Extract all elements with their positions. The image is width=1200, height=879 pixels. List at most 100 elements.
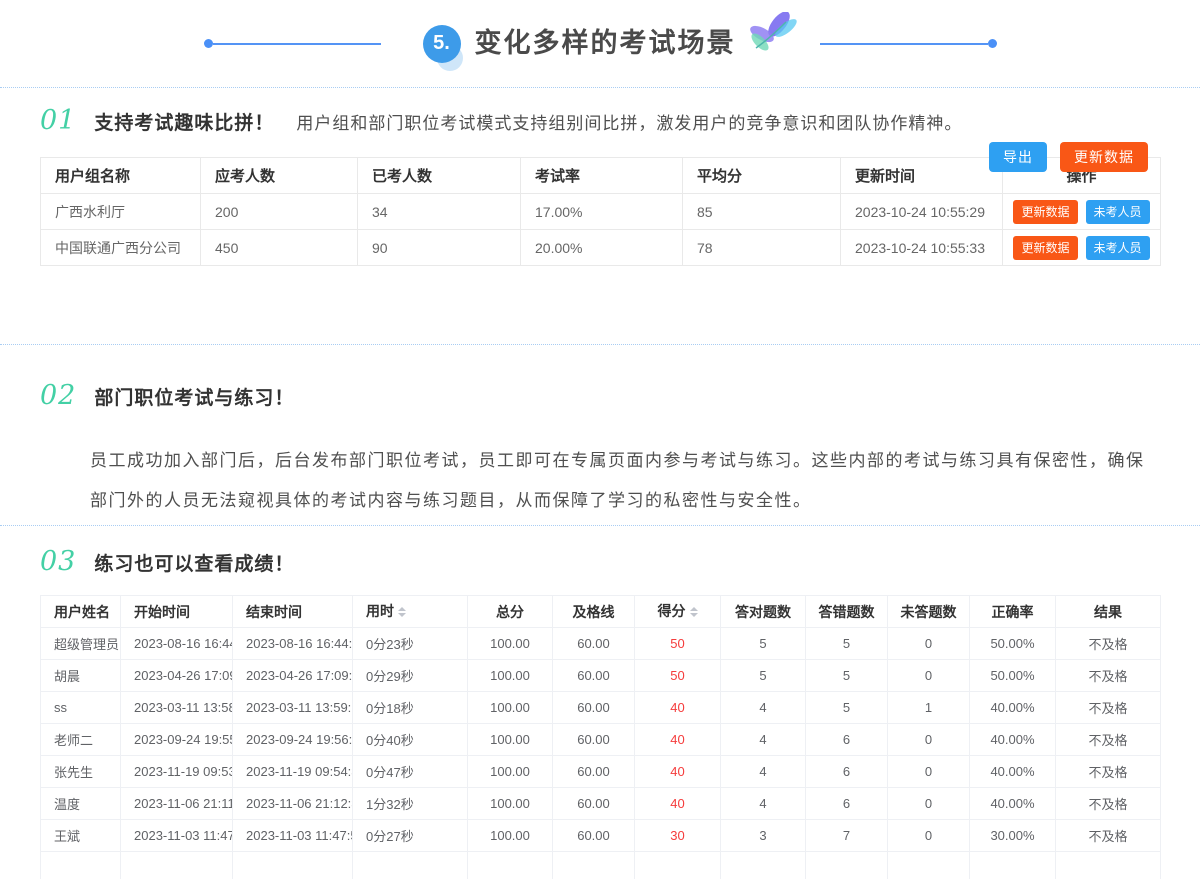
table-cell: 2023-03-11 13:58:52 [121,692,233,724]
table-cell: 0分18秒 [353,692,468,724]
table-cell [553,852,635,879]
table-cell: 0分47秒 [353,756,468,788]
section-number: 02 [40,380,76,411]
table-cell: 2023-10-24 10:55:29 [841,194,1003,230]
table-row: 温度2023-11-06 21:11:042023-11-06 21:12:36… [41,788,1161,820]
table-cell: 2023-11-19 09:53:51 [121,756,233,788]
refresh-data-button[interactable]: 更新数据 [1060,142,1148,172]
table-cell: 不及格 [1056,756,1161,788]
table-cell: 不及格 [1056,820,1161,852]
table-cell: 3 [721,820,806,852]
page-header: 5. 变化多样的考试场景 Chengke online exams [0,0,1200,88]
table-cell: 5 [806,660,888,692]
table-cell: 40.00% [970,692,1056,724]
row-refresh-button[interactable]: 更新数据 [1013,236,1077,260]
col-header[interactable]: 用时 [353,596,468,628]
table-cell: 0 [888,820,970,852]
header-right-line [820,39,997,48]
table-cell: 6 [806,788,888,820]
table-row: 张先生2023-11-19 09:53:512023-11-19 09:54:3… [41,756,1161,788]
table-cell: 张先生 [41,756,121,788]
table-cell [121,852,233,879]
table-cell: 5 [806,628,888,660]
practice-score-table: 用户姓名开始时间结束时间用时总分及格线得分答对题数答错题数未答题数正确率结果 超… [40,595,1161,879]
export-button[interactable]: 导出 [989,142,1047,172]
table-cell: 60.00 [553,660,635,692]
table-cell: 60.00 [553,692,635,724]
table-cell: 2023-08-16 16:44:34 [233,628,353,660]
col-header: 答对题数 [721,596,806,628]
table-cell: 胡晨 [41,660,121,692]
row-untested-button[interactable]: 未考人员 [1086,200,1150,224]
table-cell: 2023-08-16 16:44:11 [121,628,233,660]
table-cell: 0分23秒 [353,628,468,660]
table-row: 老师二2023-09-24 19:55:522023-09-24 19:56:3… [41,724,1161,756]
table-cell: 17.00% [521,194,683,230]
butterfly-icon [746,12,798,61]
table-cell: 0 [888,724,970,756]
table-cell: 40.00% [970,756,1056,788]
table-cell: 温度 [41,788,121,820]
line-dot-left [204,39,213,48]
table-cell: 200 [201,194,358,230]
section-heading: 支持考试趣味比拼！ [94,108,274,135]
table-row: 王斌2023-11-03 11:47:282023-11-03 11:47:55… [41,820,1161,852]
table-cell [233,852,353,879]
col-header[interactable]: 得分 [635,596,721,628]
table-cell: 40 [635,756,721,788]
table-cell: 50 [635,628,721,660]
table-cell: 2023-04-26 17:09:32 [233,660,353,692]
table-cell: 2023-11-03 11:47:55 [233,820,353,852]
table-cell: 5 [806,692,888,724]
page-title: 变化多样的考试场景 [475,30,736,57]
section-paragraph: 员工成功加入部门后，后台发布部门职位考试，员工即可在专属页面内参与考试与练习。这… [90,441,1150,521]
table-cell: 7 [806,820,888,852]
table-cell: 2023-04-26 17:09:03 [121,660,233,692]
table-cell: 0 [888,628,970,660]
table-cell: 4 [721,756,806,788]
table-cell: 6 [806,724,888,756]
table-cell: 2023-11-19 09:54:38 [233,756,353,788]
col-header: 考试率 [521,158,683,194]
table-cell: 中国联通广西分公司 [41,230,201,266]
table-cell: 0分27秒 [353,820,468,852]
table-cell: 40 [635,788,721,820]
table-cell [635,852,721,879]
row-untested-button[interactable]: 未考人员 [1086,236,1150,260]
section-number-badge: 5. [423,25,461,63]
sort-caret-icon[interactable] [398,603,406,621]
sort-caret-icon[interactable] [690,603,698,621]
row-refresh-button[interactable]: 更新数据 [1013,200,1077,224]
table-cell: 2023-10-24 10:55:33 [841,230,1003,266]
table-row: 广西水利厅2003417.00%852023-10-24 10:55:29更新数… [41,194,1161,230]
table-cell: 20.00% [521,230,683,266]
table-cell: 78 [683,230,841,266]
col-header: 用户姓名 [41,596,121,628]
table-cell: 100.00 [468,628,553,660]
table-cell: 34 [358,194,521,230]
table-row: 中国联通广西分公司4509020.00%782023-10-24 10:55:3… [41,230,1161,266]
table-row: ss2023-03-11 13:58:522023-03-11 13:59:10… [41,692,1161,724]
table-cell: 2023-11-03 11:47:28 [121,820,233,852]
col-header: 用户组名称 [41,158,201,194]
line-dot-right [988,39,997,48]
table-cell: 4 [721,692,806,724]
table-cell: 2023-11-06 21:11:04 [121,788,233,820]
table-cell: 50.00% [970,628,1056,660]
table-cell: 60.00 [553,788,635,820]
col-header: 结果 [1056,596,1161,628]
table-cell: 100.00 [468,692,553,724]
section-exam-competition: 01 支持考试趣味比拼！ 用户组和部门职位考试模式支持组别间比拼，激发用户的竞争… [0,88,1200,345]
table-cell: 0 [888,660,970,692]
row-actions: 更新数据未考人员 [1003,194,1161,230]
table-cell: 不及格 [1056,628,1161,660]
section-heading: 练习也可以查看成绩！ [94,549,294,576]
table-cell: 5 [721,660,806,692]
table-cell: 0分40秒 [353,724,468,756]
section-number: 03 [40,546,76,577]
table-cell: 85 [683,194,841,230]
table-cell [806,852,888,879]
section-practice-scores: 03 练习也可以查看成绩！ 用户姓名开始时间结束时间用时总分及格线得分答对题数答… [0,526,1200,879]
line-right [820,43,988,45]
col-header: 开始时间 [121,596,233,628]
